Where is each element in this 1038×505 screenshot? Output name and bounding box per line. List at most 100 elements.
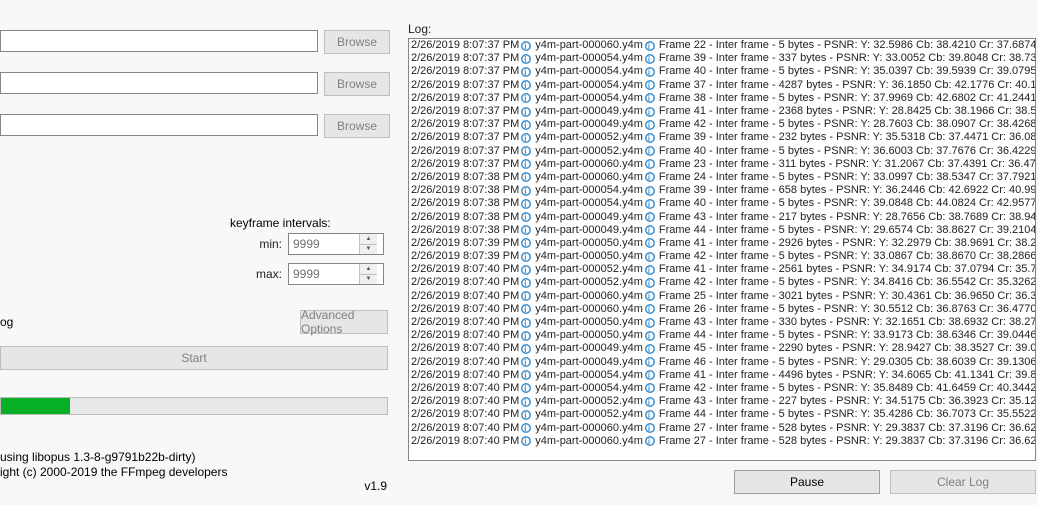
log-line[interactable]: 2/26/2019 8:07:37 PMy4m-part-000052.y4mF… (409, 145, 1035, 158)
log-line[interactable]: 2/26/2019 8:07:37 PMy4m-part-000060.y4mF… (409, 39, 1035, 52)
log-line[interactable]: 2/26/2019 8:07:39 PMy4m-part-000050.y4mF… (409, 250, 1035, 263)
info-icon (645, 67, 655, 77)
log-line[interactable]: 2/26/2019 8:07:40 PMy4m-part-000060.y4mF… (409, 290, 1035, 303)
info-icon (645, 54, 655, 64)
info-icon (521, 159, 531, 169)
log-file: y4m-part-000049.y4m (535, 356, 643, 369)
log-timestamp: 2/26/2019 8:07:38 PM (411, 171, 519, 184)
log-line[interactable]: 2/26/2019 8:07:38 PMy4m-part-000060.y4mF… (409, 171, 1035, 184)
min-up-icon[interactable]: ▲ (360, 234, 377, 245)
log-line[interactable]: 2/26/2019 8:07:37 PMy4m-part-000052.y4mF… (409, 131, 1035, 144)
browse-button-1[interactable]: Browse (324, 30, 390, 54)
log-message: Frame 41 - Inter frame - 2368 bytes - PS… (659, 105, 1036, 118)
log-line[interactable]: 2/26/2019 8:07:37 PMy4m-part-000054.y4mF… (409, 92, 1035, 105)
log-line[interactable]: 2/26/2019 8:07:38 PMy4m-part-000054.y4mF… (409, 184, 1035, 197)
file-row-3: Browse (0, 114, 390, 140)
log-line[interactable]: 2/26/2019 8:07:40 PMy4m-part-000052.y4mF… (409, 395, 1035, 408)
log-line[interactable]: 2/26/2019 8:07:40 PMy4m-part-000049.y4mF… (409, 342, 1035, 355)
info-icon (645, 41, 655, 51)
log-message: Frame 45 - Inter frame - 2290 bytes - PS… (659, 342, 1036, 355)
log-box[interactable]: 2/26/2019 8:07:37 PMy4m-part-000060.y4mF… (408, 38, 1036, 461)
max-down-icon[interactable]: ▼ (360, 275, 377, 285)
log-message: Frame 42 - Inter frame - 5 bytes - PSNR:… (659, 250, 1036, 263)
info-icon (521, 357, 531, 367)
clear-log-button[interactable]: Clear Log (890, 470, 1036, 494)
log-timestamp: 2/26/2019 8:07:40 PM (411, 435, 519, 448)
file-input-2[interactable] (0, 72, 318, 94)
min-spinner[interactable]: ▲ ▼ (288, 233, 384, 255)
log-timestamp: 2/26/2019 8:07:40 PM (411, 356, 519, 369)
info-icon (521, 199, 531, 209)
log-file: y4m-part-000052.y4m (535, 145, 643, 158)
file-row-1: Browse (0, 30, 390, 56)
log-line[interactable]: 2/26/2019 8:07:40 PMy4m-part-000060.y4mF… (409, 421, 1035, 434)
info-icon (645, 436, 655, 446)
file-input-3[interactable] (0, 114, 318, 136)
min-input[interactable] (289, 237, 359, 251)
log-file: y4m-part-000049.y4m (535, 105, 643, 118)
browse-button-2[interactable]: Browse (324, 72, 390, 96)
info-icon (521, 291, 531, 301)
log-timestamp: 2/26/2019 8:07:40 PM (411, 422, 519, 435)
log-line[interactable]: 2/26/2019 8:07:38 PMy4m-part-000054.y4mF… (409, 197, 1035, 210)
log-message: Frame 22 - Inter frame - 5 bytes - PSNR:… (659, 39, 1036, 52)
info-icon (521, 54, 531, 64)
info-icon (521, 331, 531, 341)
log-line[interactable]: 2/26/2019 8:07:39 PMy4m-part-000050.y4mF… (409, 237, 1035, 250)
min-down-icon[interactable]: ▼ (360, 245, 377, 255)
start-button[interactable]: Start (0, 346, 388, 370)
info-icon (645, 93, 655, 103)
log-message: Frame 42 - Inter frame - 5 bytes - PSNR:… (659, 382, 1036, 395)
advanced-options-button[interactable]: Advanced Options (300, 310, 388, 334)
pause-button[interactable]: Pause (734, 470, 880, 494)
log-timestamp: 2/26/2019 8:07:39 PM (411, 237, 519, 250)
log-line[interactable]: 2/26/2019 8:07:40 PMy4m-part-000049.y4mF… (409, 356, 1035, 369)
log-line[interactable]: 2/26/2019 8:07:37 PMy4m-part-000049.y4mF… (409, 105, 1035, 118)
log-line[interactable]: 2/26/2019 8:07:40 PMy4m-part-000052.y4mF… (409, 263, 1035, 276)
log-line[interactable]: 2/26/2019 8:07:40 PMy4m-part-000052.y4mF… (409, 276, 1035, 289)
file-input-1[interactable] (0, 30, 318, 52)
max-input[interactable] (289, 267, 359, 281)
log-line[interactable]: 2/26/2019 8:07:40 PMy4m-part-000050.y4mF… (409, 316, 1035, 329)
log-line[interactable]: 2/26/2019 8:07:38 PMy4m-part-000049.y4mF… (409, 210, 1035, 223)
log-timestamp: 2/26/2019 8:07:40 PM (411, 303, 519, 316)
log-line[interactable]: 2/26/2019 8:07:37 PMy4m-part-000049.y4mF… (409, 118, 1035, 131)
info-icon (645, 159, 655, 169)
info-icon (645, 410, 655, 420)
log-line[interactable]: 2/26/2019 8:07:40 PMy4m-part-000054.y4mF… (409, 382, 1035, 395)
info-icon (645, 344, 655, 354)
log-line[interactable]: 2/26/2019 8:07:37 PMy4m-part-000054.y4mF… (409, 52, 1035, 65)
log-file: y4m-part-000052.y4m (535, 276, 643, 289)
keyframe-section: keyframe intervals: min: ▲ ▼ max: ▲ ▼ (230, 216, 390, 293)
log-line[interactable]: 2/26/2019 8:07:37 PMy4m-part-000060.y4mF… (409, 158, 1035, 171)
info-icon (521, 80, 531, 90)
max-spinner[interactable]: ▲ ▼ (288, 263, 384, 285)
progress-fill (1, 398, 70, 414)
log-line[interactable]: 2/26/2019 8:07:40 PMy4m-part-000054.y4mF… (409, 369, 1035, 382)
log-timestamp: 2/26/2019 8:07:37 PM (411, 145, 519, 158)
log-message: Frame 41 - Inter frame - 4496 bytes - PS… (659, 369, 1036, 382)
max-up-icon[interactable]: ▲ (360, 264, 377, 275)
browse-button-3[interactable]: Browse (324, 114, 390, 138)
log-timestamp: 2/26/2019 8:07:40 PM (411, 382, 519, 395)
log-line[interactable]: 2/26/2019 8:07:40 PMy4m-part-000060.y4mF… (409, 435, 1035, 448)
log-line[interactable]: 2/26/2019 8:07:40 PMy4m-part-000050.y4mF… (409, 329, 1035, 342)
log-message: Frame 26 - Inter frame - 5 bytes - PSNR:… (659, 303, 1036, 316)
log-line[interactable]: 2/26/2019 8:07:37 PMy4m-part-000054.y4mF… (409, 65, 1035, 78)
log-file: y4m-part-000050.y4m (535, 329, 643, 342)
log-line[interactable]: 2/26/2019 8:07:40 PMy4m-part-000052.y4mF… (409, 408, 1035, 421)
log-message: Frame 27 - Inter frame - 528 bytes - PSN… (659, 422, 1036, 435)
progress-bar (0, 397, 388, 415)
log-line[interactable]: 2/26/2019 8:07:37 PMy4m-part-000054.y4mF… (409, 79, 1035, 92)
log-message: Frame 40 - Inter frame - 5 bytes - PSNR:… (659, 197, 1036, 210)
info-icon (521, 252, 531, 262)
log-file: y4m-part-000052.y4m (535, 263, 643, 276)
file-row-2: Browse (0, 72, 390, 98)
log-file: y4m-part-000050.y4m (535, 250, 643, 263)
log-message: Frame 44 - Inter frame - 5 bytes - PSNR:… (659, 408, 1036, 421)
log-file: y4m-part-000054.y4m (535, 92, 643, 105)
log-line[interactable]: 2/26/2019 8:07:40 PMy4m-part-000060.y4mF… (409, 303, 1035, 316)
info-icon (521, 67, 531, 77)
log-message: Frame 40 - Inter frame - 5 bytes - PSNR:… (659, 65, 1036, 78)
log-line[interactable]: 2/26/2019 8:07:38 PMy4m-part-000049.y4mF… (409, 224, 1035, 237)
